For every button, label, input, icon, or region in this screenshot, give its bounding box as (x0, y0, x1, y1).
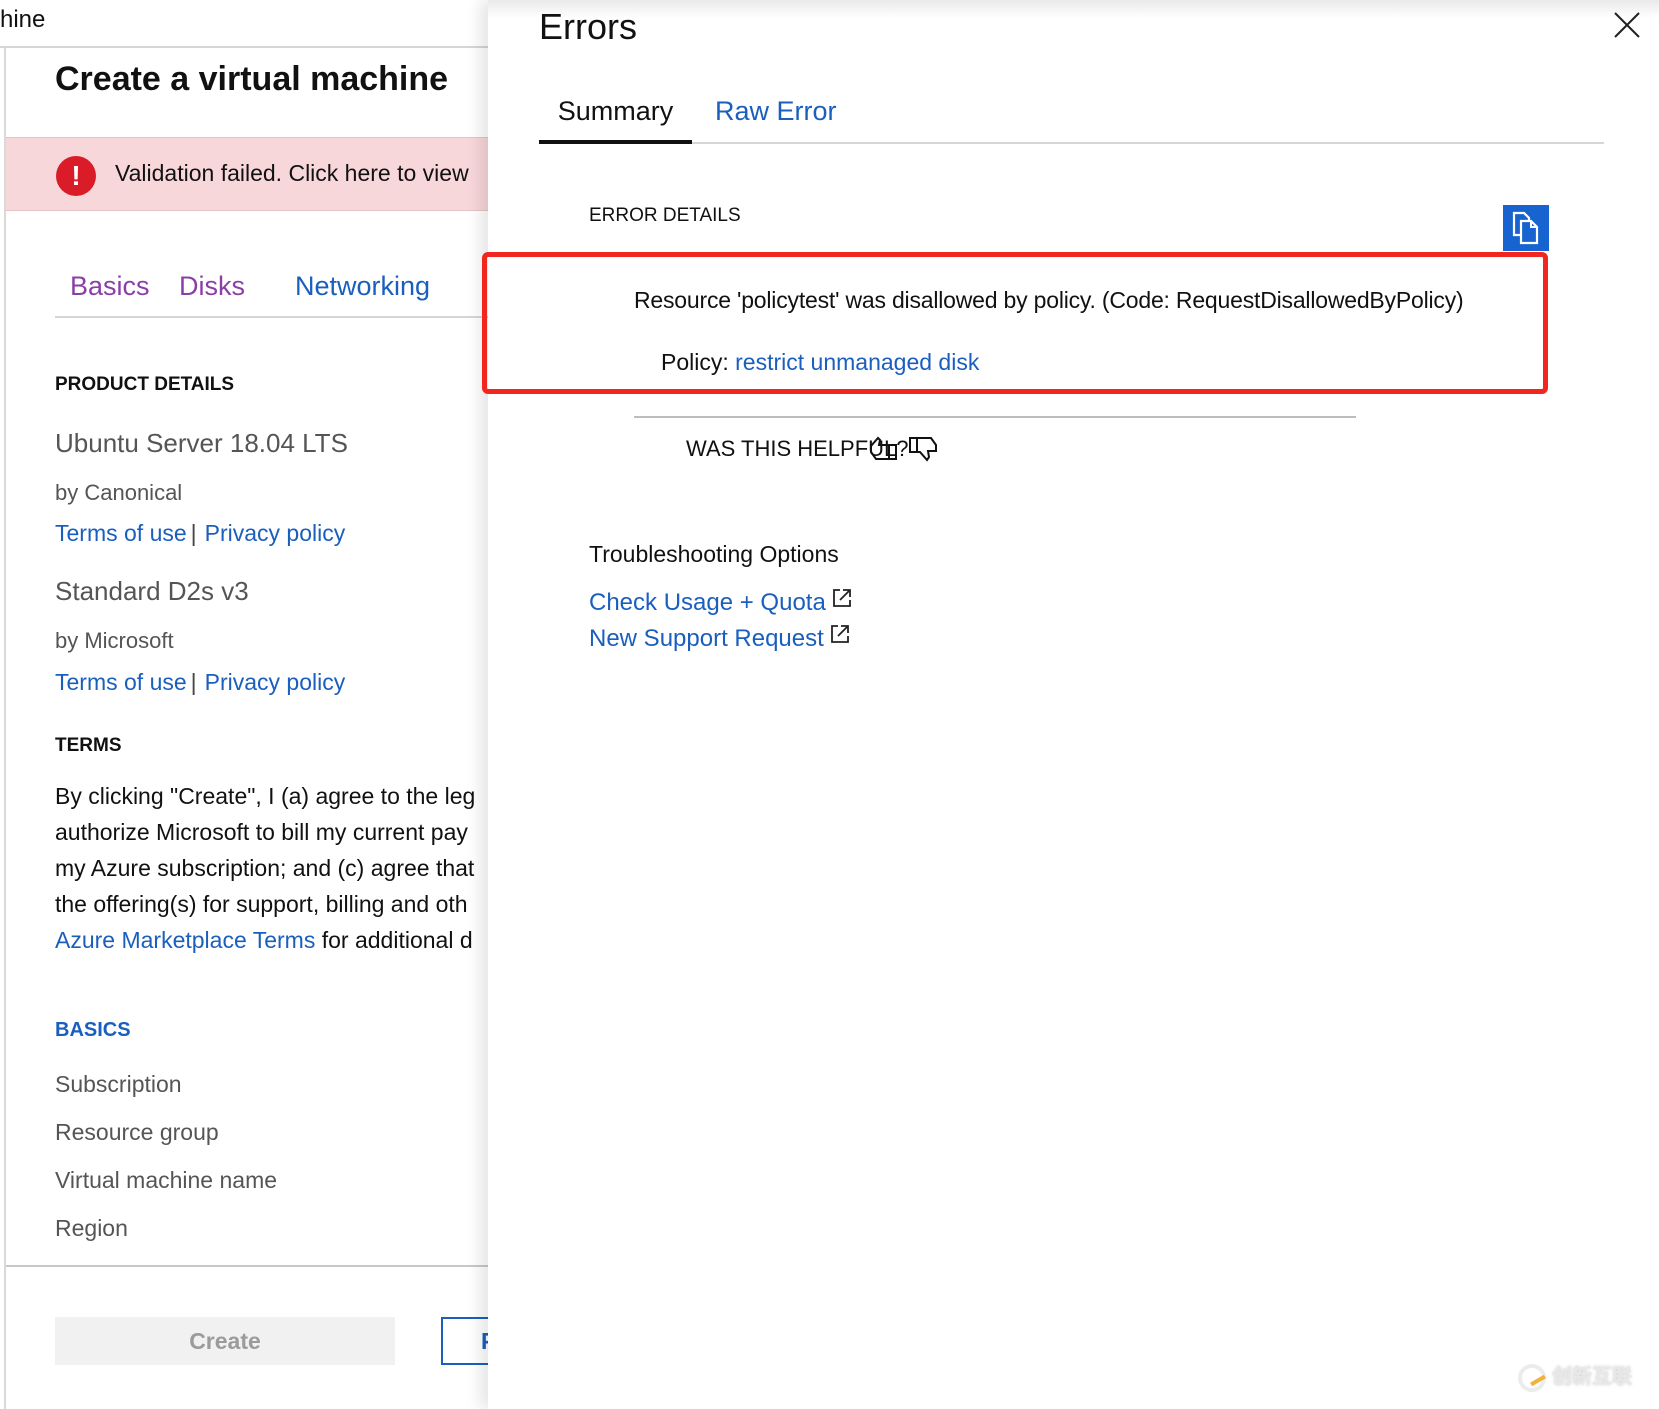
page-title: Create a virtual machine (55, 60, 449, 98)
policy-label: Policy: (661, 349, 736, 375)
product-name: Ubuntu Server 18.04 LTS (55, 428, 348, 458)
tab-summary[interactable]: Summary (539, 92, 692, 144)
privacy-policy-link[interactable]: Privacy policy (205, 520, 346, 546)
watermark-text: 创新互联 (1552, 1366, 1632, 1388)
tab-disks[interactable]: Disks (179, 271, 245, 302)
marketplace-terms-link[interactable]: Azure Marketplace Terms (55, 927, 315, 953)
product-links: Terms of use | Privacy policy (55, 669, 345, 696)
summary-field-label: Virtual machine name (55, 1167, 278, 1193)
terms-of-use-link[interactable]: Terms of use (55, 520, 187, 546)
policy-line: Policy: restrict unmanaged disk (661, 349, 979, 376)
validation-banner[interactable]: ! Validation failed. Click here to view (6, 137, 490, 211)
link-label: New Support Request (589, 625, 824, 652)
copy-button[interactable] (1503, 205, 1549, 251)
tab-basics[interactable]: Basics (70, 271, 150, 302)
watermark-logo-icon (1518, 1363, 1546, 1392)
divider (0, 46, 490, 48)
error-message: Resource 'policytest' was disallowed by … (634, 287, 1464, 313)
product-details-heading: PRODUCT DETAILS (55, 374, 235, 395)
create-vm-blade: hine Create a virtual machine ! Validati… (0, 0, 501, 1409)
thumbs-down-icon[interactable] (907, 432, 939, 464)
external-link-icon (830, 625, 849, 643)
terms-line: authorize Microsoft to bill my current p… (55, 819, 468, 845)
tab-raw-error[interactable]: Raw Error (715, 96, 837, 127)
check-usage-quota-link[interactable]: Check Usage + Quota (589, 588, 852, 617)
terms-of-use-link[interactable]: Terms of use (55, 669, 187, 695)
external-link-icon (832, 589, 851, 607)
new-support-request-link[interactable]: New Support Request (589, 624, 850, 653)
product-links: Terms of use | Privacy policy (55, 520, 345, 547)
product-publisher: by Canonical (55, 480, 183, 505)
terms-heading: TERMS (55, 735, 122, 756)
terms-line: By clicking "Create", I (a) agree to the… (55, 783, 476, 809)
product-publisher: by Microsoft (55, 628, 174, 653)
link-label: Check Usage + Quota (589, 589, 826, 616)
divider (634, 416, 1356, 418)
summary-field-label: Resource group (55, 1119, 219, 1145)
create-button[interactable]: Create (55, 1317, 395, 1365)
terms-suffix: for additional d (315, 927, 473, 953)
error-details-heading: ERROR DETAILS (589, 205, 741, 226)
terms-line: my Azure subscription; and (c) agree tha… (55, 855, 475, 881)
privacy-policy-link[interactable]: Privacy policy (205, 669, 346, 695)
copy-icon (1512, 211, 1539, 245)
watermark: 创新互联 (1518, 1360, 1632, 1392)
terms-line: Azure Marketplace Terms for additional d (55, 922, 490, 958)
summary-field-label: Subscription (55, 1071, 182, 1097)
error-highlight-box (482, 252, 1548, 394)
errors-blade: Errors Summary Raw Error ERROR DETAILS R… (482, 0, 1659, 1409)
top-shadow (488, 0, 1659, 18)
product-name: Standard D2s v3 (55, 576, 249, 606)
blade-border (4, 48, 6, 1409)
thumbs-up-icon[interactable] (868, 432, 900, 464)
validation-message: Validation failed. Click here to view (115, 160, 469, 186)
basics-heading: BASICS (55, 1019, 131, 1041)
link-separator: | (190, 520, 197, 546)
link-separator: | (190, 669, 197, 695)
policy-link[interactable]: restrict unmanaged disk (735, 349, 979, 375)
terms-line: the offering(s) for support, billing and… (55, 891, 468, 917)
terms-text: By clicking "Create", I (a) agree to the… (55, 778, 490, 958)
summary-field-label: Region (55, 1215, 128, 1241)
wizard-tabs: Basics Disks Networking (55, 268, 490, 318)
breadcrumb-fragment[interactable]: hine (0, 6, 45, 34)
troubleshooting-heading: Troubleshooting Options (589, 541, 839, 567)
close-icon[interactable] (1612, 10, 1642, 40)
error-exclamation-icon: ! (56, 156, 96, 196)
footer-divider (6, 1265, 490, 1267)
errors-title: Errors (539, 6, 637, 47)
errors-tabs: Summary Raw Error (539, 92, 1604, 144)
tab-networking[interactable]: Networking (295, 271, 430, 302)
